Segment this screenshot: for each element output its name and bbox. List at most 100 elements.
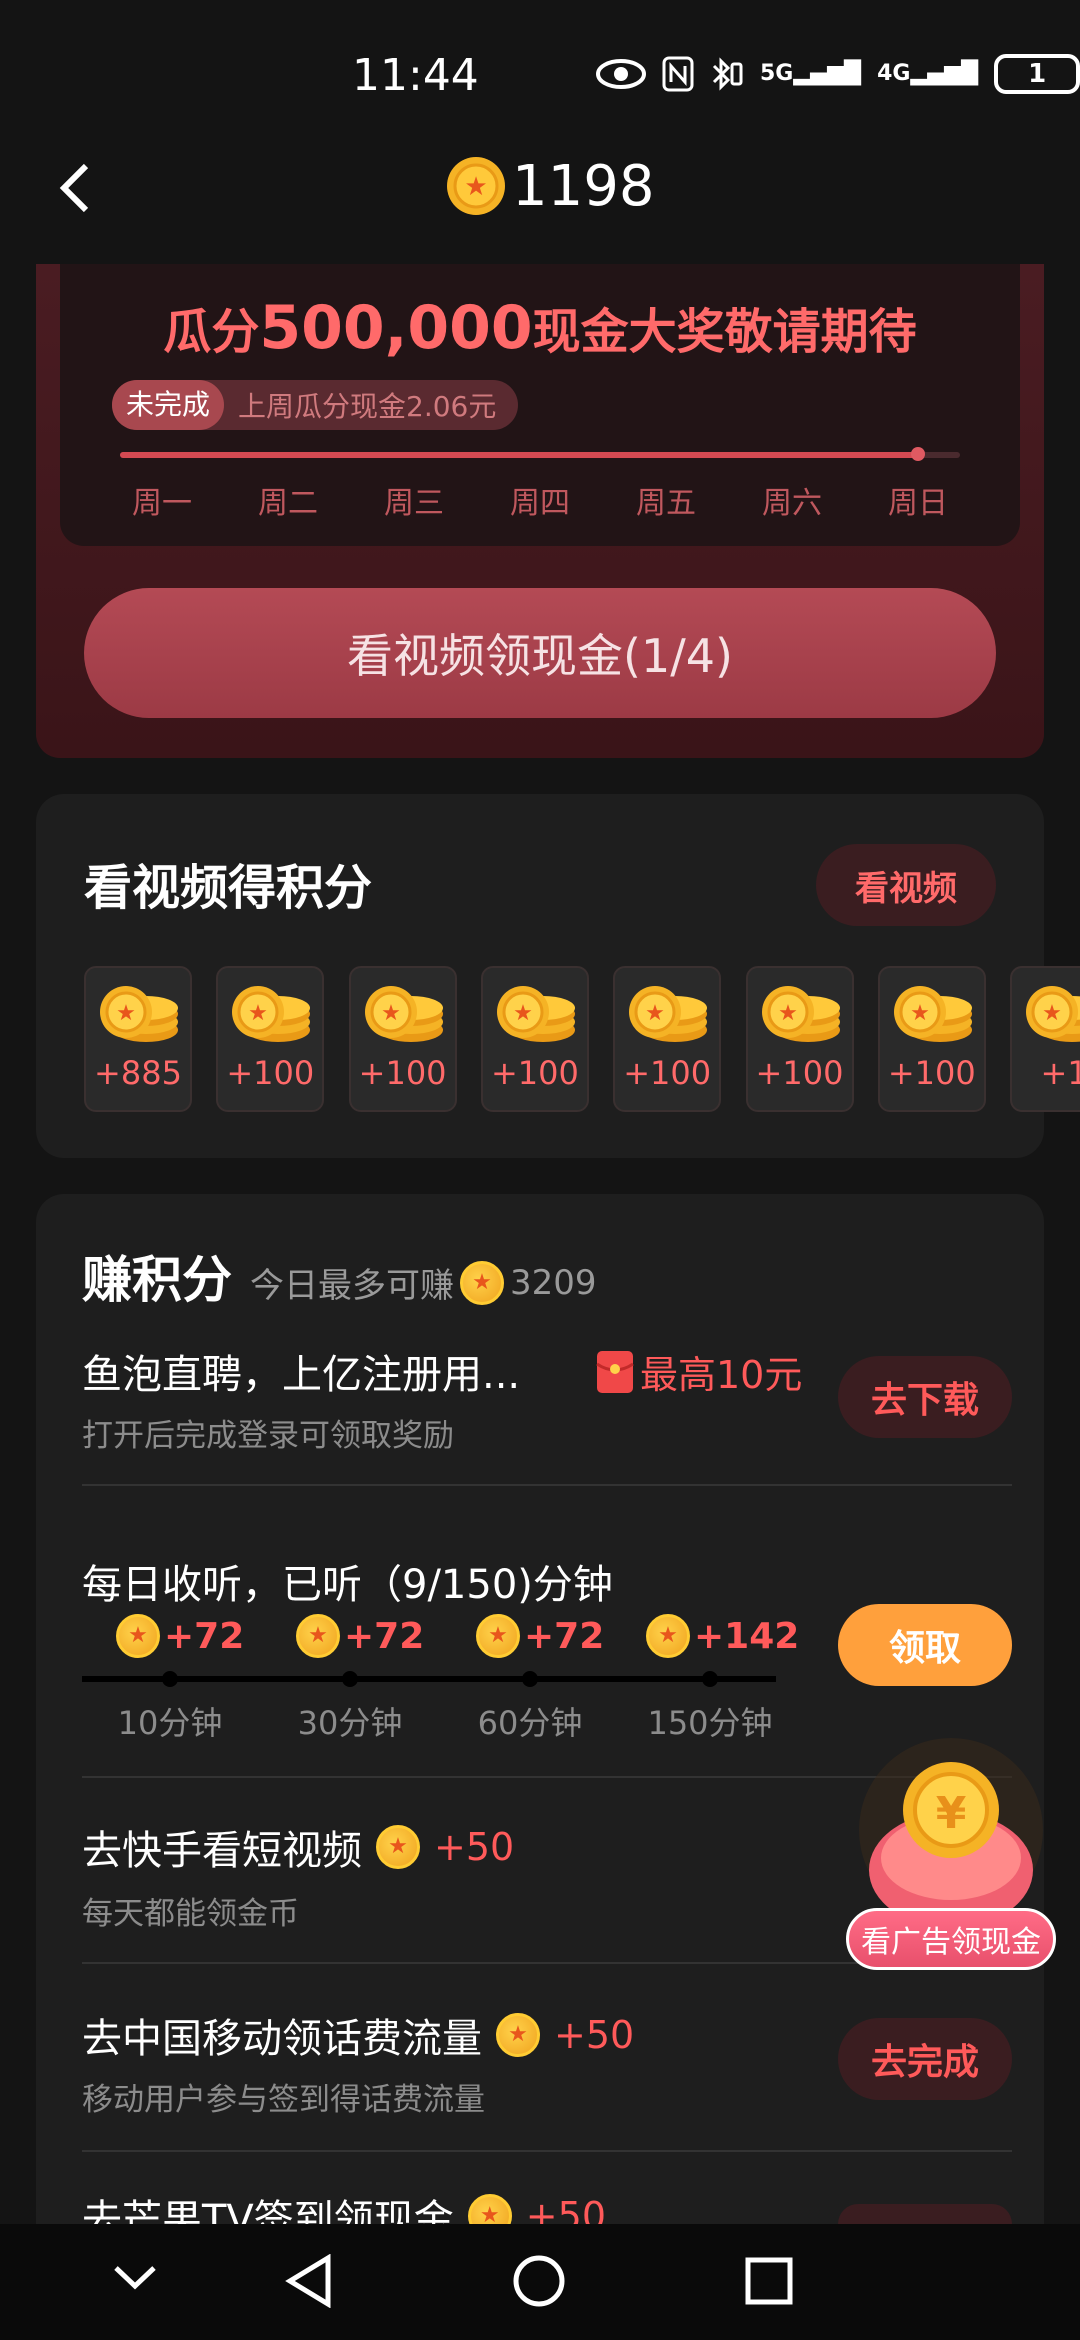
svg-text:★: ★ <box>464 172 487 202</box>
recent-apps-square-icon[interactable] <box>744 2256 794 2306</box>
task-title: 去芒果TV签到领现金 <box>82 2197 454 2224</box>
reward-tile: ★ +100 <box>613 966 722 1112</box>
divider <box>82 1484 1012 1486</box>
listen-reward: +72 <box>116 1614 244 1658</box>
coin-icon <box>496 2013 540 2057</box>
eye-icon <box>596 59 646 89</box>
reward-tile: ★ +100 <box>745 966 854 1112</box>
task-reward: +50 <box>434 1825 515 1869</box>
coin-icon <box>476 1614 520 1658</box>
coin-stack-icon: ★ <box>364 986 443 1042</box>
status-icons: 5G▂▄▆█ 4G▂▄▆█ 1 <box>596 54 1080 94</box>
listen-reward-value: +72 <box>524 1615 605 1657</box>
complete-button[interactable]: 去完成 <box>838 2018 1012 2100</box>
earn-subtitle-amount: 3209 <box>510 1262 597 1303</box>
chevron-down-icon[interactable] <box>112 2262 158 2292</box>
signal-4g-icon: 4G▂▄▆█ <box>877 61 979 86</box>
day-label: 周四 <box>510 486 570 521</box>
listen-milestone-dot <box>342 1671 358 1687</box>
earn-subtitle-text: 今日最多可赚 <box>250 1266 454 1306</box>
reward-tile: ★ +100 <box>877 966 986 1112</box>
status-pill: 未完成 上周瓜分现金2.06元 <box>112 380 519 430</box>
earn-title: 赚积分 <box>82 1251 232 1309</box>
listen-reward: +72 <box>296 1614 424 1658</box>
coin-icon <box>376 1825 420 1869</box>
reward-amount: +100 <box>623 1054 712 1092</box>
watch-video-button[interactable]: 看视频 <box>816 844 996 926</box>
task-subtitle: 移动用户参与签到得话费流量 <box>82 2082 485 2118</box>
listen-progress-track <box>82 1676 776 1682</box>
jackpot-title-suffix: 现金大奖敬请期待 <box>532 304 917 360</box>
reward-tiles: ★ +885 ★ +100 ★ +100 ★ +100 ★ +100 ★ +100 ★ +100 ★ +1 <box>84 966 1080 1114</box>
task-title: 去中国移动领话费流量 <box>82 2016 482 2062</box>
nfc-icon <box>662 56 694 92</box>
status-time: 11:44 <box>352 50 479 101</box>
task-badge: 最高10元 <box>596 1344 802 1399</box>
video-points-title: 看视频得积分 <box>84 860 373 916</box>
listen-task-title: 每日收听，已听（9/150)分钟 <box>82 1562 613 1608</box>
task-row: 去中国移动领话费流量 +50 <box>82 2006 634 2064</box>
reward-tile: ★ +100 <box>480 966 589 1112</box>
day-label: 周日 <box>888 486 948 521</box>
jackpot-title-prefix: 瓜分 <box>163 304 260 360</box>
task-reward: +50 <box>525 2194 606 2224</box>
divider <box>82 2150 1012 2152</box>
coin-stack-icon: ★ <box>100 986 178 1042</box>
yen-symbol: ¥ <box>936 1788 967 1839</box>
day-label: 周三 <box>384 486 444 521</box>
status-bar: 11:44 5G▂▄▆█ 4G▂▄▆█ 1 <box>0 0 1080 150</box>
coin-stack-icon: ★ <box>232 986 311 1042</box>
svg-text:★: ★ <box>1042 1001 1062 1026</box>
listen-milestone-dot <box>162 1671 178 1687</box>
week-progress-dot <box>911 447 925 461</box>
watch-ad-cash-button[interactable]: 看广告领现金 <box>846 1908 1056 1970</box>
coin-stack-icon: ★ <box>629 986 708 1042</box>
reward-amount: +100 <box>755 1054 844 1092</box>
coin-icon: ★ <box>445 155 507 217</box>
coin-icon <box>116 1614 160 1658</box>
download-button[interactable]: 去下载 <box>838 1356 1012 1438</box>
coin-icon <box>467 2194 512 2224</box>
day-label: 周二 <box>258 486 318 521</box>
signal-4g-label: 4G <box>877 61 911 86</box>
reward-tile: ★ +885 <box>84 966 192 1112</box>
jackpot-title: 瓜分500,000现金大奖敬请期待 <box>60 292 1020 363</box>
battery-icon: 1 <box>994 54 1080 94</box>
task-subtitle: 打开后完成登录可领取奖励 <box>82 1418 454 1454</box>
coin-icon <box>296 1614 340 1658</box>
reward-amount: +100 <box>490 1054 579 1092</box>
task-subtitle: 每天都能领金币 <box>82 1896 299 1932</box>
coin-stack-icon: ★ <box>1026 986 1080 1042</box>
svg-text:★: ★ <box>381 1001 401 1026</box>
back-triangle-icon[interactable] <box>284 2254 334 2308</box>
reward-amount: +885 <box>94 1054 182 1092</box>
svg-text:★: ★ <box>778 1001 798 1026</box>
last-week-text: 上周瓜分现金2.06元 <box>238 390 497 423</box>
listen-milestone-label: 60分钟 <box>477 1704 583 1742</box>
listen-reward-value: +72 <box>164 1615 245 1657</box>
reward-tile: ★ +100 <box>216 966 325 1112</box>
earn-subtitle: 今日最多可赚 3209 <box>250 1258 597 1307</box>
bluetooth-vibrate-icon <box>712 57 743 91</box>
week-days: 周一 周二 周三 周四 周五 周六 周日 <box>120 478 960 522</box>
task-title: 去快手看短视频 <box>82 1828 362 1874</box>
day-label: 周一 <box>132 486 192 521</box>
listen-reward: +142 <box>646 1614 799 1658</box>
svg-text:★: ★ <box>513 1001 533 1026</box>
listen-milestone-dot <box>702 1671 718 1687</box>
task-badge-text: 最高10元 <box>640 1353 803 1397</box>
red-envelope-icon <box>596 1350 634 1393</box>
claim-button[interactable]: 领取 <box>838 1604 1012 1686</box>
back-button[interactable] <box>56 160 106 216</box>
watch-video-cash-button[interactable]: 看视频领现金(1/4) <box>84 588 996 718</box>
task-reward: +50 <box>554 2013 635 2057</box>
task-row: 去芒果TV签到领现金 +50 <box>82 2190 606 2224</box>
reward-amount: +100 <box>887 1054 976 1092</box>
listen-reward: +72 <box>476 1614 604 1658</box>
jackpot-title-amount: 500,000 <box>259 293 533 363</box>
task-action-button[interactable] <box>838 2204 1012 2224</box>
listen-milestone-label: 150分钟 <box>647 1704 773 1742</box>
home-circle-icon[interactable] <box>512 2254 566 2308</box>
system-navigation-bar <box>0 2224 1080 2340</box>
coin-icon <box>460 1260 504 1305</box>
